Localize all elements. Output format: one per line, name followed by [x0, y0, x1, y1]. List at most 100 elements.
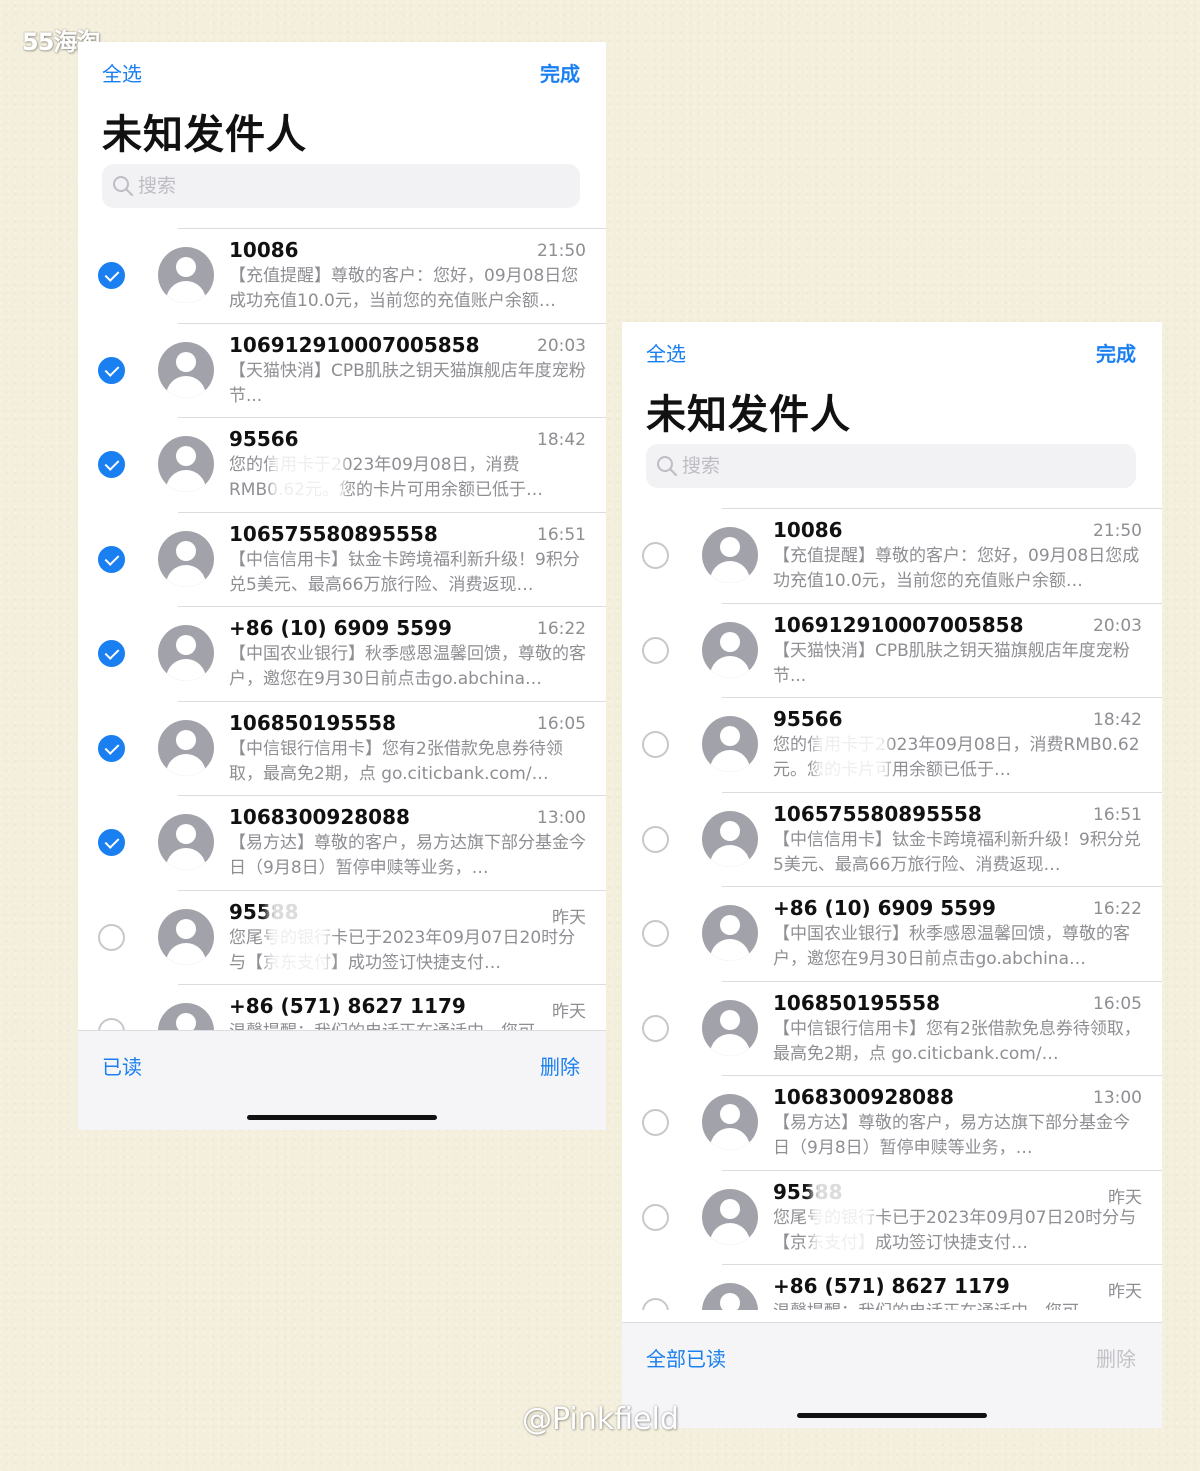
empty-circle-icon[interactable] [642, 636, 669, 664]
sender-name: +86 (10) 6909 5599 [773, 896, 996, 920]
message-preview: 【易方达】尊敬的客户，易方达旗下部分基金今日（9月8日）暂停申赎等业务，… [229, 833, 586, 878]
select-all-button[interactable]: 全选 [646, 338, 686, 367]
message-row[interactable]: 106575580895558 16:51 【中信信用卡】钛金卡跨境福利新升级！9积… [622, 791, 1162, 887]
delete-button[interactable]: 删除 [1096, 1343, 1136, 1372]
sender-name: 106575580895558 [229, 521, 438, 546]
empty-circle-icon[interactable] [98, 1018, 125, 1030]
message-preview: 【中信信用卡】钛金卡跨境福利新升级！9积分兑5美元、最高66万旅行险、消费返现… [773, 829, 1141, 875]
checkmark-icon[interactable] [98, 545, 125, 573]
message-row[interactable]: 1068300928088 13:00 【易方达】尊敬的客户，易方达旗下部分基金今日… [622, 1075, 1162, 1170]
message-time: 18:42 [1093, 710, 1142, 730]
checkmark-icon[interactable] [98, 829, 125, 856]
row-separator [178, 417, 606, 418]
message-time: 16:22 [537, 619, 586, 639]
checkmark-icon[interactable] [98, 262, 125, 289]
search-input[interactable] [138, 164, 438, 208]
row-separator [178, 889, 606, 891]
search-icon [113, 176, 134, 197]
message-row[interactable]: 95588 昨天 您尾号的银行卡已于2023年09月07日20时分与【京东支付】成功… [78, 889, 606, 985]
row-separator [178, 228, 606, 229]
search-input[interactable] [682, 444, 982, 488]
checkmark-icon[interactable] [98, 734, 125, 762]
sender-name: 10086 [773, 518, 843, 542]
message-row[interactable]: 106912910007005858 20:03 【天猫快消】CPB肌肤之钥天猫旗舰… [622, 602, 1162, 698]
mark-all-read-button[interactable]: 全部已读 [646, 1343, 726, 1372]
empty-circle-icon[interactable] [642, 1298, 669, 1310]
message-preview: 【天猫快消】CPB肌肤之钥天猫旗舰店年度宠粉节... [773, 640, 1130, 686]
done-button[interactable]: 完成 [540, 58, 580, 87]
message-row[interactable]: 95566 18:42 您的信用卡于2023年09月08日，消费RMB0.62元。您… [622, 697, 1162, 792]
mark-read-button[interactable]: 已读 [102, 1051, 142, 1080]
message-row[interactable]: +86 (571) 8627 1179 昨天温馨提醒：我们的电话正在通话中，您可… [78, 984, 606, 1030]
avatar [158, 530, 214, 587]
sender-name: +86 (571) 8627 1179 [773, 1274, 1010, 1298]
checkmark-icon[interactable] [98, 451, 125, 478]
message-preview: 【天猫快消】CPB肌肤之钥天猫旗舰店年度宠粉节... [229, 360, 586, 406]
row-separator [722, 1264, 1162, 1265]
message-row[interactable]: +86 (10) 6909 5599 16:22 【中国农业银行】秋季感恩温馨回馈，… [78, 606, 606, 701]
sender-name: 106912910007005858 [229, 332, 480, 357]
nav-bar: 全选 完成 [622, 338, 1162, 368]
sender-name: 95566 [773, 707, 843, 731]
redaction-blur [818, 1181, 868, 1254]
message-row[interactable]: 106575580895558 16:51 【中信信用卡】钛金卡跨境福利新升级！9积… [78, 511, 606, 607]
avatar [702, 1094, 758, 1150]
message-time: 18:42 [537, 430, 586, 450]
search-bar[interactable] [646, 444, 1136, 488]
empty-circle-icon[interactable] [642, 731, 669, 758]
sender-name: +86 (10) 6909 5599 [229, 616, 452, 640]
empty-circle-icon[interactable] [98, 923, 125, 951]
done-button[interactable]: 完成 [1096, 338, 1136, 367]
avatar [158, 436, 214, 492]
row-separator [178, 511, 606, 513]
message-row[interactable]: +86 (571) 8627 1179 昨天温馨提醒：我们的电话正在通话中，您可… [622, 1264, 1162, 1310]
message-time: 21:50 [1093, 521, 1142, 541]
message-preview: 【中信银行信用卡】您有2张借款免息券待领取，最高免2期，点 go.citicba… [229, 738, 563, 784]
redaction-blur [278, 457, 338, 503]
search-bar[interactable] [102, 164, 580, 208]
message-row[interactable]: 106850195558 16:05 【中信银行信用卡】您有2张借款免息券待领取，最… [622, 980, 1162, 1076]
empty-circle-icon[interactable] [642, 920, 669, 947]
row-separator [178, 606, 606, 607]
watermark-author: @Pinkfield [522, 1402, 679, 1437]
empty-circle-icon[interactable] [642, 542, 669, 569]
message-row[interactable]: 1068300928088 13:00 【易方达】尊敬的客户，易方达旗下部分基金今日… [78, 795, 606, 890]
empty-circle-icon[interactable] [642, 825, 669, 853]
toolbar: 已读 删除 [78, 1030, 606, 1130]
message-preview: 温馨提醒：我们的电话正在通话中，您可… [229, 1020, 586, 1030]
message-time: 13:00 [1093, 1088, 1142, 1108]
checkmark-icon[interactable] [98, 640, 125, 667]
message-preview: 【中信信用卡】钛金卡跨境福利新升级！9积分兑5美元、最高66万旅行险、消费返现… [229, 549, 580, 595]
message-row[interactable]: 10086 21:50 【充值提醒】尊敬的客户：您好，09月08日您成功充值10.0… [78, 228, 606, 323]
sender-name: 106912910007005858 [773, 612, 1024, 637]
avatar [702, 716, 758, 772]
sender-name: 106850195558 [229, 710, 396, 735]
home-indicator [247, 1115, 437, 1120]
message-time: 16:05 [537, 713, 586, 734]
select-all-button[interactable]: 全选 [102, 58, 142, 87]
checkmark-icon[interactable] [98, 356, 125, 384]
avatar [158, 719, 214, 776]
avatar [702, 999, 758, 1056]
row-separator [178, 322, 606, 324]
message-row[interactable]: 106912910007005858 20:03 【天猫快消】CPB肌肤之钥天猫旗舰… [78, 322, 606, 418]
message-preview: 【中国农业银行】秋季感恩温馨回馈，尊敬的客户，邀您在9月30日前点击go.abc… [773, 924, 1130, 969]
row-separator [722, 791, 1162, 793]
empty-circle-icon[interactable] [642, 1203, 669, 1231]
sender-name: 95566 [229, 427, 299, 451]
empty-circle-icon[interactable] [642, 1109, 669, 1136]
message-time: 16:51 [537, 524, 586, 545]
message-row[interactable]: 106850195558 16:05 【中信银行信用卡】您有2张借款免息券待领取，最… [78, 700, 606, 796]
message-time: 16:05 [1093, 993, 1142, 1014]
delete-button[interactable]: 删除 [540, 1051, 580, 1080]
empty-circle-icon[interactable] [642, 1014, 669, 1042]
avatar [158, 625, 214, 681]
page-title: 未知发件人 [102, 112, 307, 158]
message-row[interactable]: 95566 18:42 您的信用卡于2023年09月08日，消费RMB0.62元。您… [78, 417, 606, 512]
sender-name: +86 (571) 8627 1179 [229, 994, 466, 1018]
message-list: 10086 21:50 【充值提醒】尊敬的客户：您好，09月08日您成功充值10.0… [622, 508, 1162, 1310]
message-row[interactable]: 10086 21:50 【充值提醒】尊敬的客户：您好，09月08日您成功充值10.0… [622, 508, 1162, 603]
message-row[interactable]: +86 (10) 6909 5599 16:22 【中国农业银行】秋季感恩温馨回馈，… [622, 886, 1162, 981]
message-row[interactable]: 95588 昨天 您尾号的银行卡已于2023年09月07日20时分与【京东支付】成功… [622, 1169, 1162, 1265]
page-title: 未知发件人 [646, 392, 851, 438]
